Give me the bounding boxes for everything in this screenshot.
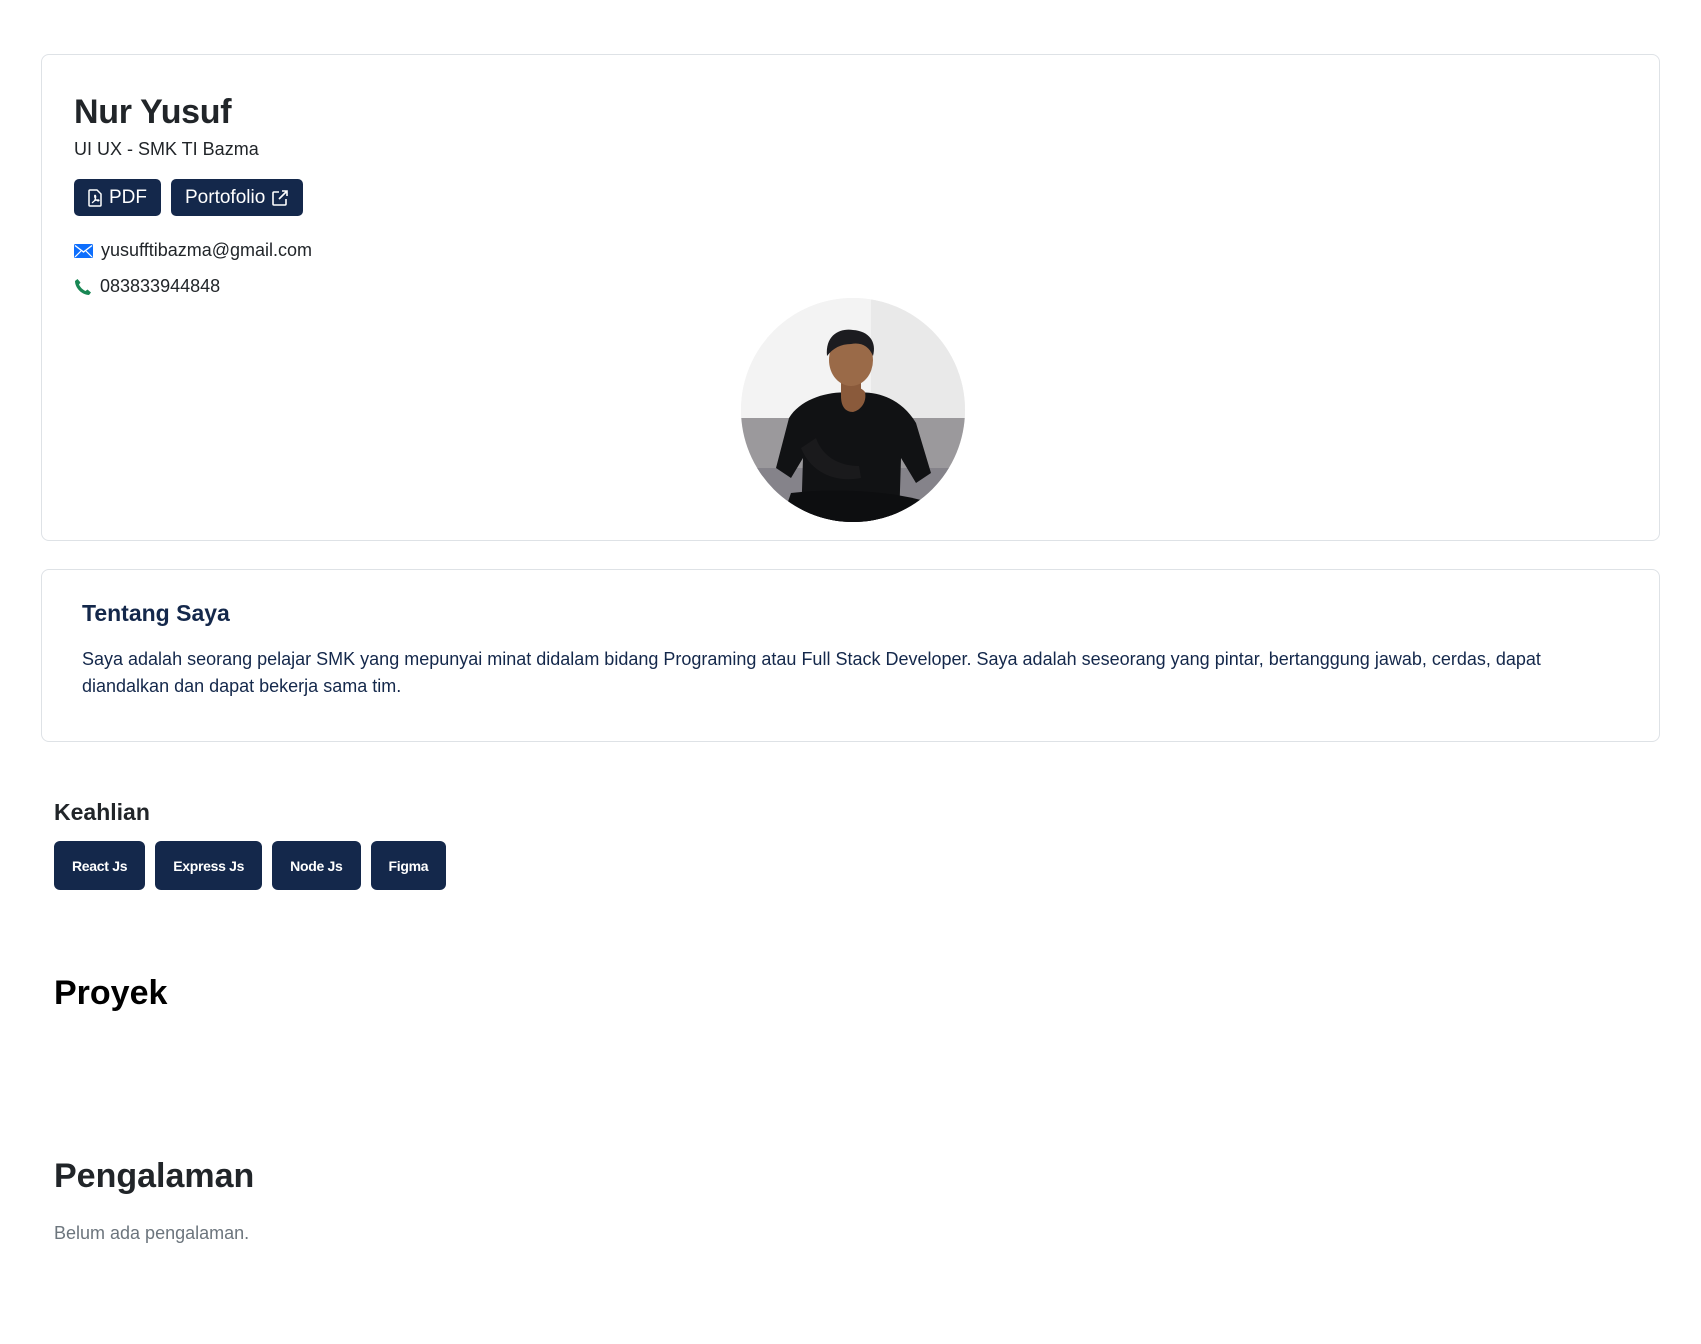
pdf-button[interactable]: PDF <box>74 179 161 216</box>
experience-empty-message: Belum ada pengalaman. <box>54 1223 250 1243</box>
phone-text[interactable]: 083833944848 <box>100 276 220 297</box>
contact-phone: 083833944848 <box>74 276 220 297</box>
contact-email: yusufftibazma@gmail.com <box>74 240 312 261</box>
profile-role: UI UX - SMK TI Bazma <box>74 139 259 159</box>
pdf-button-label: PDF <box>109 186 147 208</box>
telephone-icon <box>74 278 92 296</box>
experience-title: Pengalaman <box>54 1157 255 1195</box>
about-card: Tentang Saya Saya adalah seorang pelajar… <box>41 569 1660 742</box>
envelope-icon <box>74 243 93 258</box>
file-pdf-icon <box>88 188 103 207</box>
about-title: Tentang Saya <box>82 600 230 626</box>
portfolio-button[interactable]: Portofolio <box>171 179 304 216</box>
cv-page: Nur Yusuf UI UX - SMK TI Bazma PDF Porto… <box>0 0 1701 1344</box>
about-text: Saya adalah seorang pelajar SMK yang mep… <box>82 649 1541 696</box>
profile-card: Nur Yusuf UI UX - SMK TI Bazma PDF Porto… <box>41 54 1660 541</box>
skill-badge: React Js <box>54 841 146 890</box>
portfolio-button-label: Portofolio <box>185 186 266 208</box>
profile-photo <box>741 298 965 522</box>
profile-actions: PDF Portofolio <box>74 179 304 216</box>
external-link-icon <box>271 189 289 207</box>
skills-title: Keahlian <box>54 799 150 825</box>
projects-title: Proyek <box>54 974 168 1012</box>
skill-badge: Figma <box>370 841 447 890</box>
profile-name: Nur Yusuf <box>74 93 232 131</box>
skill-badge: Express Js <box>155 841 263 890</box>
email-text[interactable]: yusufftibazma@gmail.com <box>101 240 312 261</box>
skills-list: React Js Express Js Node Js Figma <box>54 841 447 890</box>
skill-badge: Node Js <box>272 841 361 890</box>
